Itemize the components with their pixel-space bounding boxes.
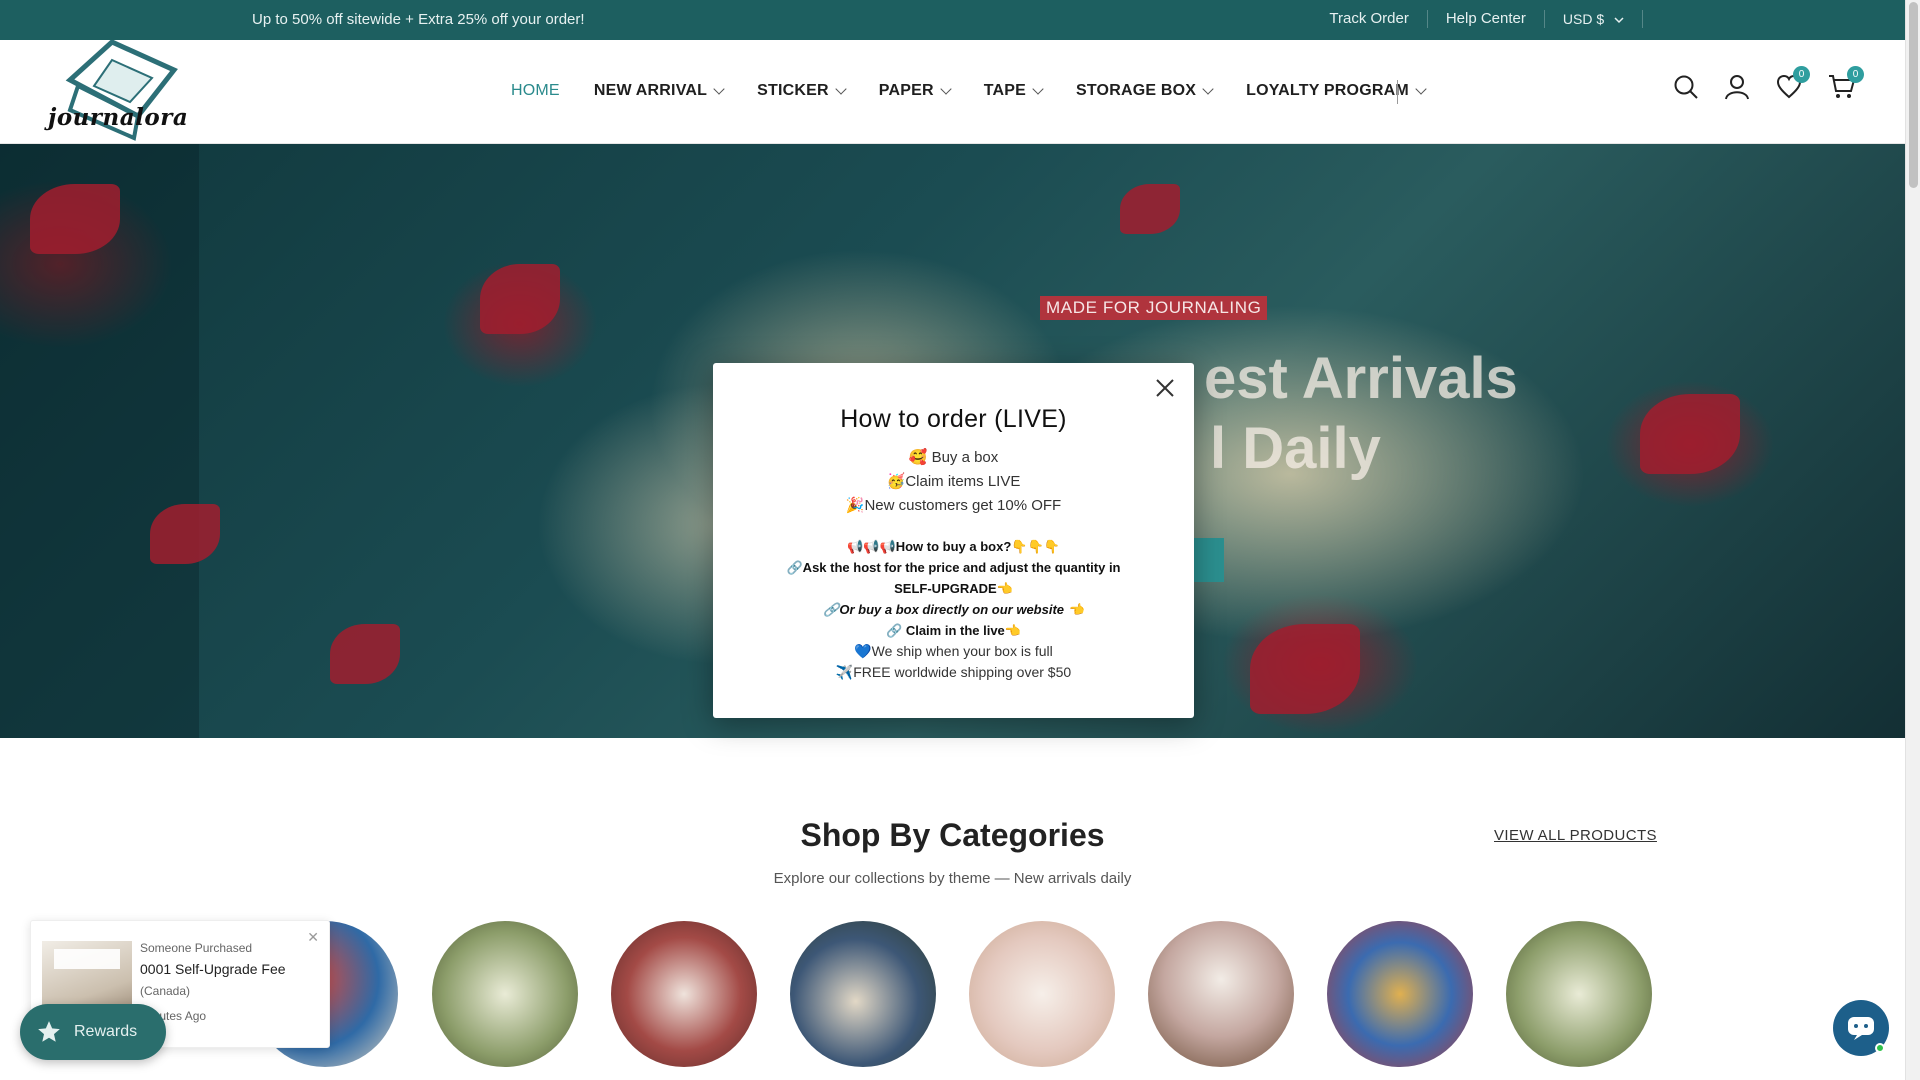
nav-label: NEW ARRIVAL (593, 82, 708, 99)
rose-decoration (1250, 624, 1360, 714)
modal-line: 🎉New customers get 10% OFF (845, 497, 1062, 514)
chevron-down-icon (1202, 82, 1214, 95)
modal-free-ship: ✈️FREE worldwide shipping over $50 (835, 664, 1072, 680)
rewards-button[interactable]: Rewards (20, 1004, 166, 1060)
wishlist-count-badge: 0 (1793, 66, 1810, 83)
chevron-down-icon (713, 82, 725, 95)
announcement-bar: Up to 50% off sitewide + Extra 25% off y… (0, 0, 1905, 40)
category-circle[interactable] (432, 921, 578, 1067)
nav-label: STORAGE BOX (1076, 82, 1197, 99)
close-icon[interactable]: ✕ (307, 929, 319, 946)
nav-label: PAPER (878, 82, 934, 99)
logo-text: journalora (48, 104, 189, 131)
wishlist-button[interactable]: 0 (1776, 66, 1810, 105)
account-button[interactable] (1724, 74, 1750, 105)
category-circle[interactable] (611, 921, 757, 1067)
how-to-order-modal: How to order (LIVE) 🥰 Buy a box 🥳Claim i… (713, 363, 1194, 718)
popup-location: (Canada) (140, 984, 191, 998)
chat-icon (1848, 1017, 1874, 1040)
chevron-down-icon (1415, 82, 1427, 95)
category-circle[interactable] (1148, 921, 1294, 1067)
nav-label: HOME (511, 82, 560, 99)
nav-new-arrival[interactable]: NEW ARRIVAL (593, 82, 725, 100)
nav-label: STICKER (757, 82, 829, 99)
help-center-link[interactable]: Help Center (1426, 10, 1544, 28)
site-header: journalora HOME NEW ARRIVAL STICKER PAPE… (0, 40, 1905, 144)
modal-line: 🥰 Buy a box (908, 449, 999, 466)
chevron-down-icon (835, 82, 847, 95)
modal-how-to-buy: 📢📢📢How to buy a box?👇👇👇 (847, 539, 1060, 554)
category-circle[interactable] (1506, 921, 1652, 1067)
currency-selector[interactable]: USD $ (1543, 10, 1642, 28)
star-icon (38, 1021, 60, 1042)
hero-cta-button[interactable] (1192, 538, 1224, 582)
rose-decoration (1120, 184, 1180, 234)
track-order-link[interactable]: Track Order (1311, 10, 1426, 28)
logo[interactable]: journalora (42, 40, 202, 144)
nav-home[interactable]: HOME (511, 82, 560, 100)
nav-loyalty-program[interactable]: LOYALTY PROGRAM (1246, 82, 1427, 100)
cart-button[interactable]: 0 (1828, 66, 1864, 105)
nav-divider (1397, 80, 1398, 104)
nav-label: LOYALTY PROGRAM (1246, 82, 1409, 99)
rose-decoration (30, 184, 120, 254)
popup-line1: Someone Purchased (140, 941, 253, 955)
category-circle[interactable] (790, 921, 936, 1067)
rose-decoration (330, 624, 400, 684)
nav-paper[interactable]: PAPER (878, 82, 952, 100)
modal-title: How to order (LIVE) (840, 405, 1067, 433)
nav-sticker[interactable]: STICKER (757, 82, 847, 100)
chevron-down-icon (1032, 82, 1044, 95)
close-icon[interactable] (1152, 375, 1178, 401)
modal-line: 🥳Claim items LIVE (886, 473, 1021, 490)
main-nav: HOME NEW ARRIVAL STICKER PAPER TAPE STOR… (511, 82, 1427, 100)
rewards-label: Rewards (74, 1023, 138, 1040)
nav-tape[interactable]: TAPE (983, 82, 1044, 100)
hero-tag: MADE FOR JOURNALING (1040, 296, 1268, 320)
category-circle[interactable] (969, 921, 1115, 1067)
categories-subtitle: Explore our collections by theme — New a… (773, 870, 1132, 887)
modal-ask-host: 🔗Ask the host for the price and adjust t… (786, 560, 1121, 596)
view-all-products-link[interactable]: VIEW ALL PRODUCTS (1494, 827, 1657, 844)
nav-storage-box[interactable]: STORAGE BOX (1076, 82, 1214, 100)
rose-decoration (1640, 394, 1740, 474)
chevron-down-icon (1614, 17, 1624, 24)
currency-label: USD $ (1562, 11, 1605, 27)
modal-claim-live: 🔗 Claim in the live👈 (886, 623, 1021, 638)
online-status-dot (1875, 1043, 1885, 1053)
scrollbar-thumb[interactable] (1909, 2, 1918, 188)
search-button[interactable] (1673, 74, 1699, 105)
popup-product: 0001 Self-Upgrade Fee (140, 961, 286, 977)
nav-label: TAPE (983, 82, 1026, 99)
chat-button[interactable] (1833, 1000, 1889, 1056)
rose-decoration (150, 504, 220, 564)
rose-decoration (480, 264, 560, 334)
page-scrollbar[interactable] (1905, 0, 1920, 1080)
modal-buy-direct: 🔗Or buy a box directly on our website 👈 (823, 602, 1084, 617)
search-icon (1674, 75, 1698, 99)
modal-ship-full: 💙We ship when your box is full (854, 643, 1053, 659)
promo-text: Up to 50% off sitewide + Extra 25% off y… (252, 11, 585, 28)
cart-count-badge: 0 (1847, 66, 1864, 83)
category-circle[interactable] (1327, 921, 1473, 1067)
account-icon (1725, 75, 1749, 100)
chevron-down-icon (940, 82, 952, 95)
